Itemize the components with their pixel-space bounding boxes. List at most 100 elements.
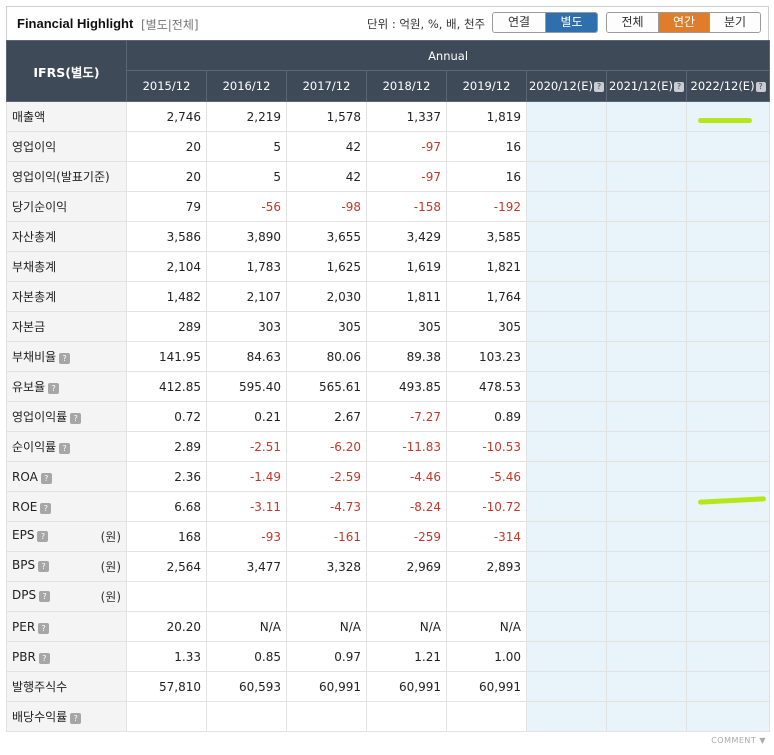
value-cell: 5 <box>206 161 287 192</box>
value-cell: 1,783 <box>206 251 287 282</box>
value-cell: 1,819 <box>446 101 527 132</box>
comment-toggle[interactable]: COMMENT ▼ <box>711 736 766 745</box>
value-cell: N/A <box>366 611 447 642</box>
value-cell: 20 <box>126 131 207 162</box>
value-cell <box>526 161 607 192</box>
financial-table: IFRS(별도) Annual 2015/12 2016/12 2017/12 201… <box>6 40 771 732</box>
help-icon[interactable]: ? <box>594 82 604 92</box>
value-cell: 305 <box>286 311 367 342</box>
row-label-cell: (원) DPS? <box>6 581 127 612</box>
annual-button[interactable]: 연간 <box>658 13 709 32</box>
table-row: ROE? 6.68 -3.11 -4.73 -8.24 -10.72 <box>6 491 771 522</box>
help-icon[interactable]: ? <box>674 82 684 92</box>
value-cell <box>606 461 687 492</box>
year-label: 2019/12 <box>462 79 511 93</box>
value-cell: 2,107 <box>206 281 287 312</box>
value-cell <box>126 581 207 612</box>
value-cell: 168 <box>126 521 207 552</box>
row-label: 자산총계 <box>12 230 57 244</box>
table-row: 순이익률? 2.89 -2.51 -6.20 -11.83 -10.53 <box>6 431 771 462</box>
help-icon[interactable]: ? <box>39 591 51 602</box>
value-cell: -4.73 <box>286 491 367 522</box>
value-cell <box>606 491 687 522</box>
all-period-button[interactable]: 전체 <box>607 13 658 32</box>
value-cell <box>526 701 607 732</box>
help-icon[interactable]: ? <box>59 353 71 364</box>
value-cell <box>526 221 607 252</box>
value-cell <box>526 131 607 162</box>
value-cell: 2,030 <box>286 281 367 312</box>
table-row: ROA? 2.36 -1.49 -2.59 -4.46 -5.46 <box>6 461 771 492</box>
table-row: 자본금 289 303 305 305 305 <box>6 311 771 342</box>
row-label: 영업이익 <box>12 140 57 154</box>
row-label: 배당수익률 <box>12 710 68 724</box>
value-cell: -97 <box>366 131 447 162</box>
year-label: 2017/12 <box>302 79 351 93</box>
value-cell: 60,991 <box>286 671 367 702</box>
value-cell: 2.89 <box>126 431 207 462</box>
value-cell: 103.23 <box>446 341 527 372</box>
row-label-cell: 매출액 <box>6 101 127 132</box>
value-cell: 478.53 <box>446 371 527 402</box>
value-cell <box>606 251 687 282</box>
value-cell <box>526 641 607 672</box>
value-cell: 84.63 <box>206 341 287 372</box>
table-row: PBR? 1.33 0.85 0.97 1.21 1.00 <box>6 641 771 672</box>
year-header: 2015/12 <box>126 70 207 102</box>
value-cell: -93 <box>206 521 287 552</box>
quarter-button[interactable]: 분기 <box>709 13 760 32</box>
help-icon[interactable]: ? <box>37 531 49 542</box>
value-cell <box>366 701 447 732</box>
value-cell: N/A <box>206 611 287 642</box>
help-icon[interactable]: ? <box>40 502 52 514</box>
row-label-cell: 순이익률? <box>6 431 127 462</box>
help-icon[interactable]: ? <box>70 713 82 724</box>
value-cell <box>685 521 771 552</box>
value-cell <box>606 221 687 252</box>
value-cell: 0.97 <box>286 641 367 672</box>
value-cell: 2.67 <box>286 401 367 432</box>
value-cell: 289 <box>126 311 207 342</box>
value-cell: 0.85 <box>206 641 287 672</box>
value-cell <box>526 671 607 702</box>
value-cell <box>526 521 607 552</box>
value-cell <box>685 551 771 582</box>
help-icon[interactable]: ? <box>38 622 50 634</box>
table-row: 부채비율? 141.95 84.63 80.06 89.38 103.23 <box>6 341 771 372</box>
help-icon[interactable]: ? <box>48 383 60 394</box>
annual-header: Annual <box>125 40 771 71</box>
help-icon[interactable]: ? <box>38 561 50 572</box>
help-icon[interactable]: ? <box>38 652 50 664</box>
separate-button[interactable]: 별도 <box>545 13 597 32</box>
row-label-cell: 부채총계 <box>6 251 127 282</box>
value-cell: 89.38 <box>366 341 447 372</box>
table-body: 매출액 2,746 2,219 1,578 1,337 1,819 영업이익 20 5 42 -97… <box>6 101 771 732</box>
year-label: 2021/12(E) <box>608 79 673 93</box>
value-cell: -192 <box>446 191 527 222</box>
row-label-cell: 영업이익률? <box>6 401 127 432</box>
value-cell: 2.36 <box>126 461 207 492</box>
value-cell <box>685 371 771 402</box>
consolidated-button[interactable]: 연결 <box>493 13 545 32</box>
page-title: Financial Highlight <box>17 16 134 31</box>
highlight-mark-1 <box>698 118 752 123</box>
value-cell <box>685 221 771 252</box>
row-label-cell: (원) EPS? <box>6 521 127 552</box>
row-label: 유보율 <box>12 380 46 394</box>
value-cell <box>685 461 771 492</box>
value-cell: -1.49 <box>206 461 287 492</box>
value-cell <box>685 641 771 672</box>
value-cell: -2.51 <box>206 431 287 462</box>
help-icon[interactable]: ? <box>40 472 52 484</box>
value-cell <box>526 431 607 462</box>
value-cell <box>606 611 687 642</box>
year-header: 2021/12(E)? <box>606 70 687 102</box>
value-cell: 3,585 <box>446 221 527 252</box>
corner-header: IFRS(별도) <box>6 40 127 102</box>
help-icon[interactable]: ? <box>755 82 766 92</box>
value-cell: 1.33 <box>126 641 207 672</box>
value-cell: 1.21 <box>366 641 447 672</box>
help-icon[interactable]: ? <box>70 413 82 424</box>
help-icon[interactable]: ? <box>59 443 71 454</box>
value-cell <box>685 161 771 192</box>
